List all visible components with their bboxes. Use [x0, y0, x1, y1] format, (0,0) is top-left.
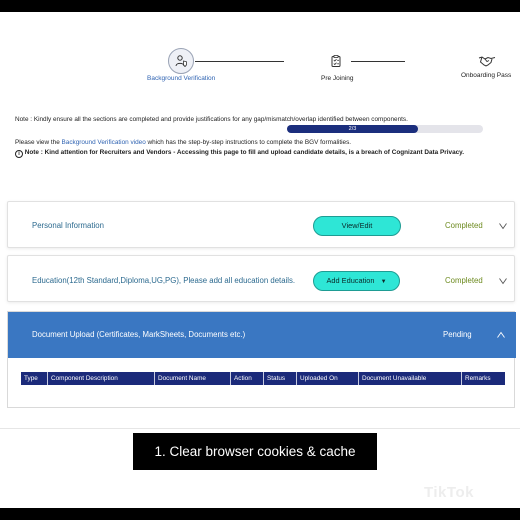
view-edit-button[interactable]: View/Edit: [313, 216, 401, 236]
progress-label: 2/3: [348, 126, 357, 132]
step-label-background-verification: Background Verification: [147, 75, 216, 82]
chevron-up-icon[interactable]: [496, 330, 506, 340]
column-header: Action: [230, 372, 263, 385]
personal-information-section: Personal Information View/Edit Completed: [7, 201, 515, 248]
step-label-onboarding-pass: Onboarding Pass: [461, 72, 512, 79]
shield-person-icon: [175, 55, 187, 67]
privacy-note-text: Note : Kind attention for Recruiters and…: [24, 149, 465, 156]
document-upload-section: Document Upload (Certificates, MarkSheet…: [7, 311, 516, 408]
step-background-verification[interactable]: [168, 48, 194, 74]
section-title: Document Upload (Certificates, MarkSheet…: [32, 330, 246, 339]
video-caption: 1. Clear browser cookies & cache: [133, 433, 377, 470]
privacy-note: i Note : Kind attention for Recruiters a…: [15, 149, 464, 158]
video-frame: Background Verification Pre Joining Onbo…: [0, 0, 520, 520]
page-divider: [0, 428, 520, 429]
tiktok-watermark: TikTok: [424, 484, 474, 501]
handshake-icon: [478, 56, 496, 67]
step-pre-joining[interactable]: [323, 48, 349, 74]
status-pending: Pending: [443, 330, 472, 339]
chevron-down-icon[interactable]: [498, 221, 508, 231]
documents-table-header: Type Component Description Document Name…: [21, 372, 505, 385]
column-header: Status: [263, 372, 296, 385]
status-completed: Completed: [445, 221, 483, 230]
video-note-prefix: Please view the: [15, 139, 62, 146]
video-note-suffix: which has the step-by-step instructions …: [145, 139, 352, 146]
section-title: Education(12th Standard,Diploma,UG,PG), …: [32, 276, 296, 285]
column-header: Component Description: [47, 372, 154, 385]
add-education-button[interactable]: Add Education ▼: [313, 271, 400, 291]
progress-bar: 2/3: [287, 125, 483, 133]
instructions-note: Note : Kindly ensure all the sections ar…: [15, 116, 408, 123]
bgv-page: Background Verification Pre Joining Onbo…: [0, 12, 520, 508]
step-connector: [195, 61, 284, 62]
column-header: Remarks: [461, 372, 505, 385]
chevron-down-icon[interactable]: [498, 276, 508, 286]
education-section: Education(12th Standard,Diploma,UG,PG), …: [7, 255, 515, 302]
document-upload-header[interactable]: Document Upload (Certificates, MarkSheet…: [8, 312, 516, 358]
status-completed: Completed: [445, 276, 483, 285]
column-header: Document Unavailable: [358, 372, 461, 385]
step-label-pre-joining: Pre Joining: [321, 75, 354, 82]
clipboard-check-icon: [331, 55, 341, 67]
step-onboarding-pass[interactable]: [474, 48, 500, 74]
column-header: Uploaded On: [296, 372, 358, 385]
info-icon: i: [15, 150, 23, 158]
add-education-label: Add Education: [326, 276, 375, 285]
caret-down-icon: ▼: [380, 279, 387, 285]
bgv-video-link[interactable]: Background Verification video: [62, 139, 146, 146]
column-header: Type: [24, 375, 38, 382]
section-title: Personal Information: [32, 221, 104, 230]
column-header: Document Name: [154, 372, 230, 385]
video-note: Please view the Background Verification …: [15, 139, 351, 146]
step-connector: [351, 61, 405, 62]
